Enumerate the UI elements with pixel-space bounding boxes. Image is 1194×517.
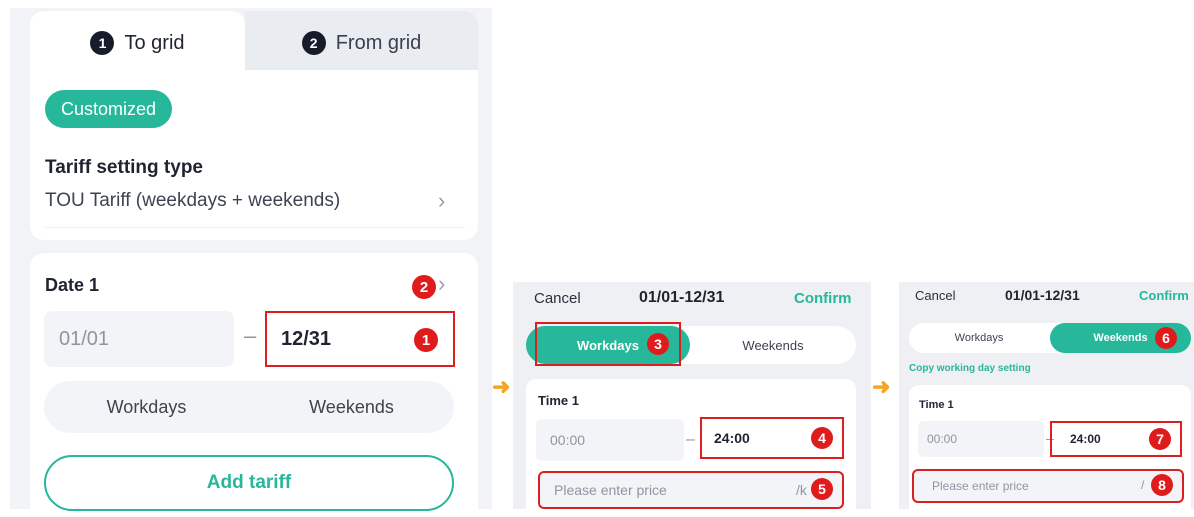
copy-working-day-link[interactable]: Copy working day setting (909, 363, 1031, 374)
time-end-value: 24:00 (714, 430, 750, 446)
time-start-field[interactable]: 00:00 (536, 419, 684, 461)
chevron-right-icon[interactable]: › (438, 271, 445, 297)
arrow-right-icon: ➜ (872, 374, 891, 399)
tab-to-grid[interactable]: 1 To grid (30, 11, 245, 77)
tab-label: To grid (124, 31, 185, 54)
tab-number-badge: 2 (301, 31, 326, 55)
segment-workdays[interactable]: Workdays (909, 323, 1049, 353)
sheet-title: 01/01-12/31 (639, 289, 725, 306)
time-end-value: 24:00 (1070, 432, 1101, 446)
cancel-button[interactable]: Cancel (534, 290, 581, 307)
date-title: Date 1 (45, 275, 100, 295)
price-unit: /k (796, 482, 807, 498)
tariff-type-selector[interactable]: TOU Tariff (weekdays + weekends) (45, 190, 340, 212)
tab-from-grid[interactable]: 2 From grid (245, 11, 478, 75)
segment-weekends[interactable]: Weekends (249, 381, 454, 433)
time-card: Time 1 00:00 – 24:00 4 Please enter pric… (526, 379, 856, 509)
customized-chip[interactable]: Customized (45, 90, 173, 128)
price-placeholder: Please enter price (932, 479, 1029, 493)
annotation-marker: 8 (1151, 474, 1173, 496)
date-card: Date 1 2 › 01/01 – 12/31 1 Workdays Week… (30, 253, 478, 517)
tariff-settings-panel: 1 To grid 2 From grid Customized Tariff … (10, 8, 492, 517)
workdays-time-panel: Cancel 01/01-12/31 Confirm Workdays Week… (513, 282, 871, 509)
annotation-marker: 3 (647, 333, 669, 355)
time-title: Time 1 (919, 399, 954, 411)
divider (45, 227, 465, 228)
range-separator: – (244, 323, 257, 348)
cancel-button[interactable]: Cancel (915, 288, 955, 303)
time-start-field[interactable]: 00:00 (918, 421, 1044, 457)
direction-tabs: 1 To grid 2 From grid (30, 11, 478, 77)
tab-label: From grid (335, 31, 422, 54)
segment-weekends[interactable]: Weekends (690, 326, 856, 364)
price-unit: / (1141, 478, 1145, 492)
arrow-right-icon: ➜ (492, 374, 511, 399)
weekends-time-panel: Cancel 01/01-12/31 Confirm Workdays Week… (899, 282, 1194, 509)
annotation-marker: 1 (414, 328, 438, 352)
segment-workdays[interactable]: Workdays (44, 381, 249, 433)
tab-number-badge: 1 (90, 31, 115, 55)
day-type-segment: Workdays Weekends (44, 381, 454, 433)
date-end-value: 12/31 (281, 327, 332, 350)
day-type-segment: Workdays Weekends (909, 323, 1191, 353)
annotation-marker: 5 (811, 478, 833, 500)
annotation-marker: 7 (1149, 428, 1171, 450)
annotation-marker: 4 (811, 427, 833, 449)
time-title: Time 1 (538, 393, 579, 408)
date-start-field[interactable]: 01/01 (44, 311, 234, 367)
setting-title: Tariff setting type (45, 157, 203, 178)
confirm-button[interactable]: Confirm (1139, 288, 1189, 303)
annotation-marker: 2 (412, 275, 436, 299)
time-card: Time 1 00:00 – 24:00 7 Please enter pric… (909, 385, 1191, 509)
confirm-button[interactable]: Confirm (794, 290, 852, 307)
annotation-marker: 6 (1155, 327, 1177, 349)
price-placeholder: Please enter price (554, 482, 667, 498)
range-separator: – (686, 431, 695, 448)
add-tariff-button[interactable]: Add tariff (44, 455, 454, 511)
sheet-title: 01/01-12/31 (1005, 287, 1080, 303)
tariff-type-card: Customized Tariff setting type TOU Tarif… (30, 70, 478, 240)
chevron-right-icon[interactable]: › (438, 188, 445, 214)
